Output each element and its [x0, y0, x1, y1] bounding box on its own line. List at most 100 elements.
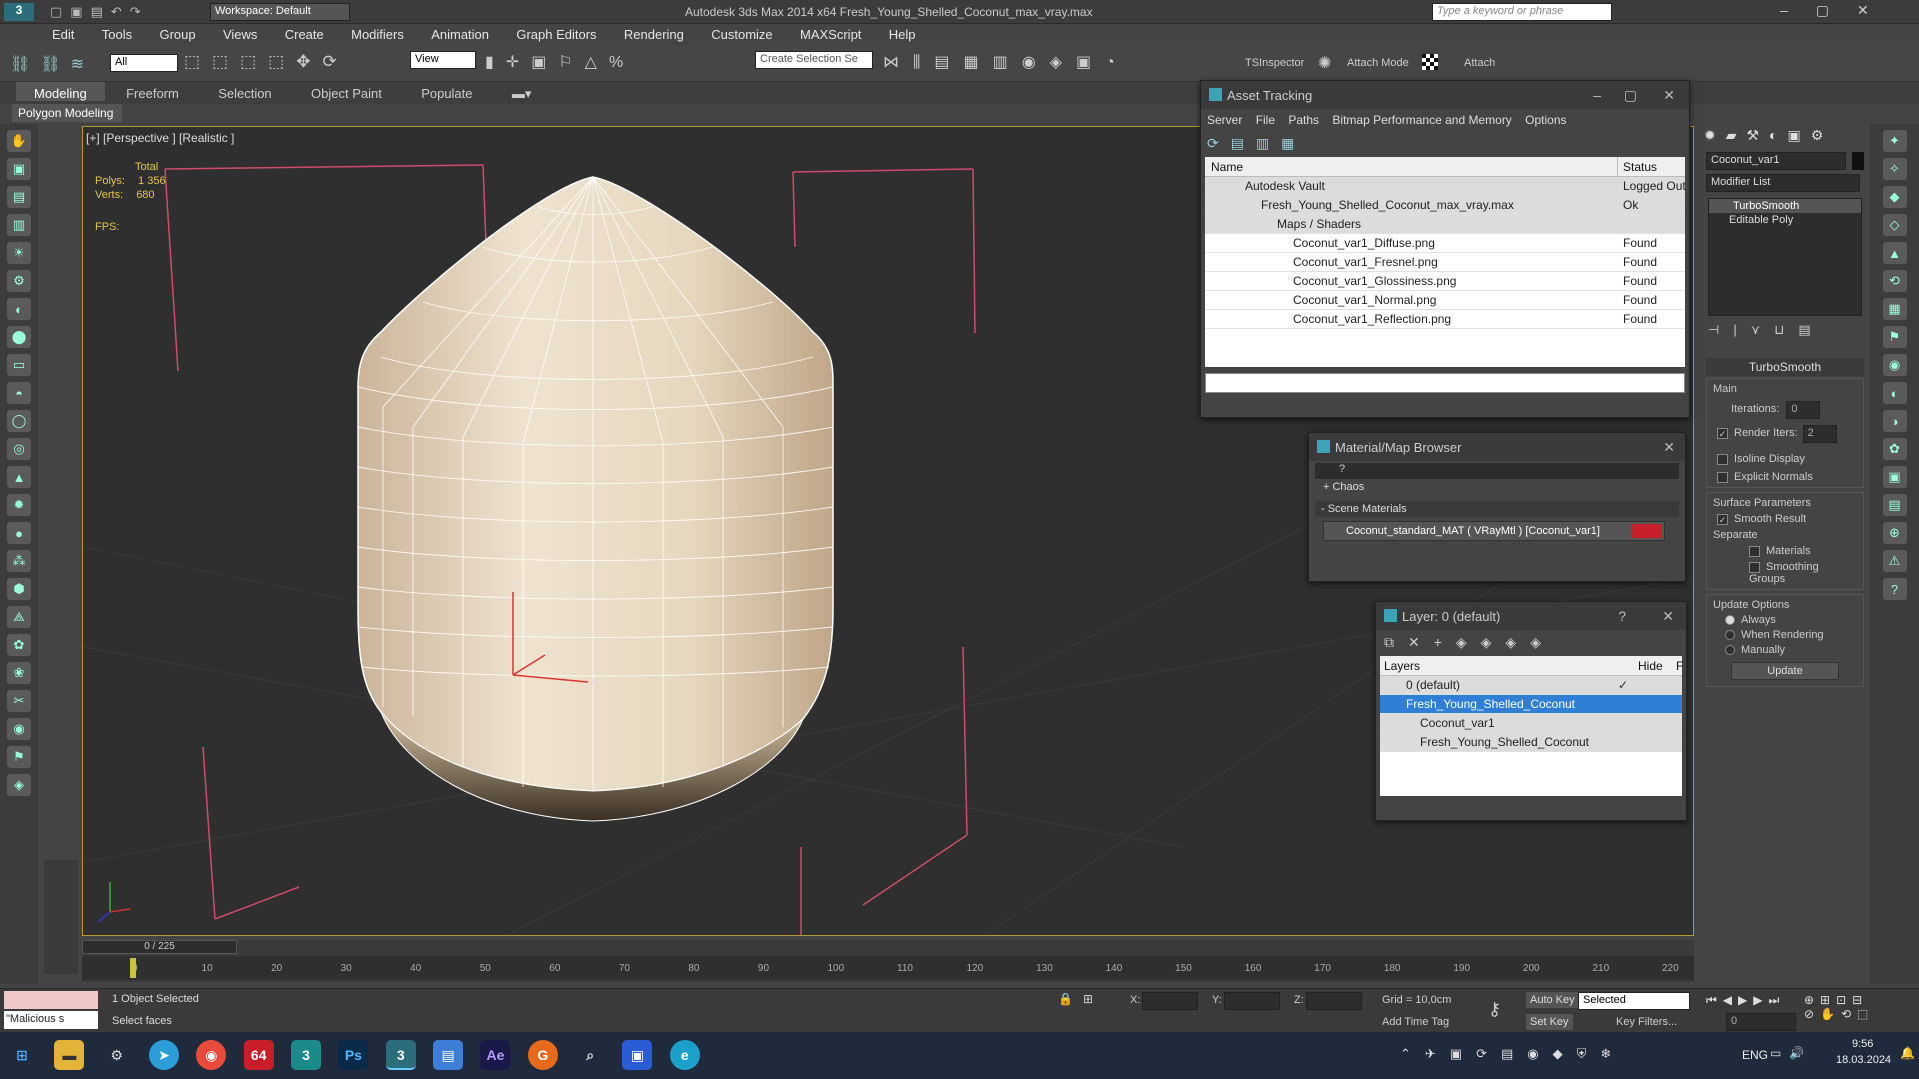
isoline-checkbox[interactable]	[1717, 453, 1728, 465]
tool-icon[interactable]: ⚑	[7, 746, 31, 768]
tool-icon[interactable]: ⚑	[1882, 326, 1907, 348]
tool-icon[interactable]: ⁂	[7, 550, 31, 572]
menu-tools[interactable]: Tools	[90, 24, 144, 42]
reference-coordinate-dropdown[interactable]: View	[410, 51, 476, 69]
tool-icon[interactable]: ▤	[1882, 494, 1907, 516]
table-row[interactable]: Coconut_var1_Reflection.png Found	[1205, 310, 1685, 329]
update-button[interactable]: Update	[1731, 662, 1839, 680]
key-mode-dropdown[interactable]: Selected	[1578, 992, 1690, 1010]
menu-animation[interactable]: Animation	[419, 24, 501, 42]
viewport-layout-tab[interactable]	[44, 860, 78, 974]
tab-object-paint[interactable]: Object Paint	[293, 82, 400, 101]
after-effects-icon[interactable]: Ae	[480, 1040, 511, 1070]
layer-row[interactable]: 0 (default) ✓	[1380, 676, 1682, 695]
minimize-icon[interactable]: –	[1593, 87, 1601, 103]
tool-icon[interactable]: ⊕	[1882, 522, 1907, 544]
checker-icon[interactable]	[1422, 54, 1438, 70]
tool-icon[interactable]: ▣	[7, 158, 31, 180]
3dsmax-icon[interactable]: 3	[291, 1040, 322, 1070]
object-name-field[interactable]: Coconut_var1	[1706, 152, 1846, 170]
manually-radio[interactable]	[1725, 645, 1735, 656]
edge-icon[interactable]: e	[669, 1040, 700, 1070]
tool-icon[interactable]: ✂	[7, 690, 31, 712]
set-key-button[interactable]: Set Key	[1526, 1014, 1573, 1030]
layer-row[interactable]: Fresh_Young_Shelled_Coconut	[1380, 733, 1682, 752]
table-row[interactable]: Coconut_var1_Normal.png Found	[1205, 291, 1685, 310]
layer-row[interactable]: Fresh_Young_Shelled_Coconut	[1380, 695, 1682, 714]
tool-icon[interactable]: ◐	[1882, 382, 1907, 404]
notification-icon[interactable]: 🔔	[1900, 1046, 1915, 1060]
tool-icon[interactable]: ✹	[7, 494, 31, 516]
command-panel-tabs[interactable]: ✹▰⚒◐▣⚙	[1700, 124, 1870, 148]
tab-freeform[interactable]: Freeform	[108, 82, 197, 101]
table-row[interactable]: Coconut_var1_Glossiness.png Found	[1205, 272, 1685, 291]
layer-titlebar[interactable]: Layer: 0 (default) ? ✕	[1376, 602, 1686, 630]
stack-controls[interactable]: ⊣|⋎⊔▤	[1708, 322, 1862, 342]
tool-icon[interactable]: ⚙	[7, 270, 31, 292]
settings-icon[interactable]: ⚙	[102, 1040, 132, 1070]
photoshop-icon[interactable]: Ps	[338, 1040, 369, 1070]
selection-filter-dropdown[interactable]: All	[110, 54, 178, 72]
tool-icon[interactable]: ▣	[1882, 466, 1907, 488]
close-icon[interactable]: ✕	[1662, 608, 1674, 625]
notepad-icon[interactable]: ▤	[433, 1040, 464, 1070]
navigation-controls[interactable]: ⊕⊞⊡⊟ ⊘✋⟲⬚	[1804, 993, 1874, 1021]
tool-icon[interactable]: ❀	[7, 662, 31, 684]
menu-help[interactable]: Help	[877, 24, 928, 42]
windows-start-icon[interactable]: ⊞	[7, 1040, 37, 1070]
tool-icon[interactable]: ⚠	[1882, 550, 1907, 572]
viewport-label[interactable]: [+] [Perspective ] [Realistic ]	[86, 131, 234, 145]
layer-toolbar[interactable]: ⧉✕+◈◈◈◈	[1376, 630, 1686, 656]
tool-icon[interactable]: ☀	[7, 242, 31, 264]
search-input[interactable]: Type a keyword or phrase	[1432, 3, 1612, 21]
mirror-align-icons[interactable]: ⋈⫼▤▦▥◉◈▣◔	[883, 52, 1129, 72]
modifier-list-dropdown[interactable]: Modifier List	[1706, 174, 1860, 192]
menu-views[interactable]: Views	[211, 24, 269, 42]
always-radio[interactable]	[1725, 615, 1735, 626]
3dsmax-active-icon[interactable]: 3	[385, 1040, 416, 1070]
file-explorer-icon[interactable]: ▬	[54, 1040, 85, 1070]
menu-customize[interactable]: Customize	[699, 24, 784, 42]
stack-turbosmooth[interactable]: TurboSmooth	[1709, 199, 1861, 213]
playback-controls[interactable]: ⏮◀▶▶⏭	[1706, 993, 1785, 1008]
render-iters-spinner[interactable]: 2	[1802, 425, 1837, 443]
tool-icon[interactable]: ◇	[1882, 214, 1907, 236]
link-tools-icons[interactable]: ⛓⛓≋	[10, 54, 94, 74]
col-layers[interactable]: Layers	[1384, 656, 1420, 676]
system-tray[interactable]: ⌃✈▣⟳▤◉◆⛨❄	[1400, 1046, 1625, 1062]
window-controls[interactable]: –▢✕	[1780, 2, 1897, 19]
stack-editable-poly[interactable]: Editable Poly	[1709, 213, 1861, 227]
tool-icon[interactable]: ◉	[1882, 354, 1907, 376]
material-item[interactable]: Coconut_standard_MAT ( VRayMtl ) [Coconu…	[1323, 521, 1665, 541]
close-icon[interactable]: ✕	[1663, 439, 1675, 456]
tool-icon[interactable]: ◎	[7, 438, 31, 460]
col-hide[interactable]: Hide	[1638, 656, 1663, 676]
asset-path-field[interactable]	[1205, 373, 1685, 393]
tool-icon[interactable]: ◯	[7, 410, 31, 432]
smoothing-groups-checkbox[interactable]	[1749, 561, 1760, 573]
asset-tracking-titlebar[interactable]: Asset Tracking – ▢ ✕	[1201, 81, 1689, 109]
app-64-icon[interactable]: 64	[243, 1040, 274, 1070]
clock-date[interactable]: 18.03.2024	[1836, 1054, 1891, 1066]
tool-icon[interactable]: ●	[7, 522, 31, 544]
tool-icon[interactable]: ✦	[1882, 130, 1907, 152]
at-menu-server[interactable]: Server	[1207, 113, 1242, 127]
named-selection-set-dropdown[interactable]: Create Selection Se	[755, 51, 873, 69]
explicit-normals-checkbox[interactable]	[1717, 471, 1728, 483]
group-scene-materials[interactable]: - Scene Materials	[1315, 501, 1679, 517]
menu-edit[interactable]: Edit	[40, 24, 86, 42]
firefox-icon[interactable]: G	[527, 1040, 558, 1070]
col-status[interactable]: Status	[1617, 157, 1657, 177]
smooth-result-checkbox[interactable]: ✓	[1717, 513, 1728, 525]
tool-icon[interactable]: ▭	[7, 354, 31, 376]
object-color-swatch[interactable]	[1852, 152, 1864, 170]
tool-icon[interactable]: ✿	[7, 634, 31, 656]
materials-checkbox[interactable]	[1749, 545, 1760, 557]
table-row[interactable]: Coconut_var1_Fresnel.png Found	[1205, 253, 1685, 272]
menu-graph-editors[interactable]: Graph Editors	[504, 24, 608, 42]
menu-maxscript[interactable]: MAXScript	[788, 24, 873, 42]
menu-create[interactable]: Create	[273, 24, 336, 42]
menu-modifiers[interactable]: Modifiers	[339, 24, 416, 42]
clock-time[interactable]: 9:56	[1852, 1038, 1873, 1050]
table-row[interactable]: Coconut_var1_Diffuse.png Found	[1205, 234, 1685, 253]
